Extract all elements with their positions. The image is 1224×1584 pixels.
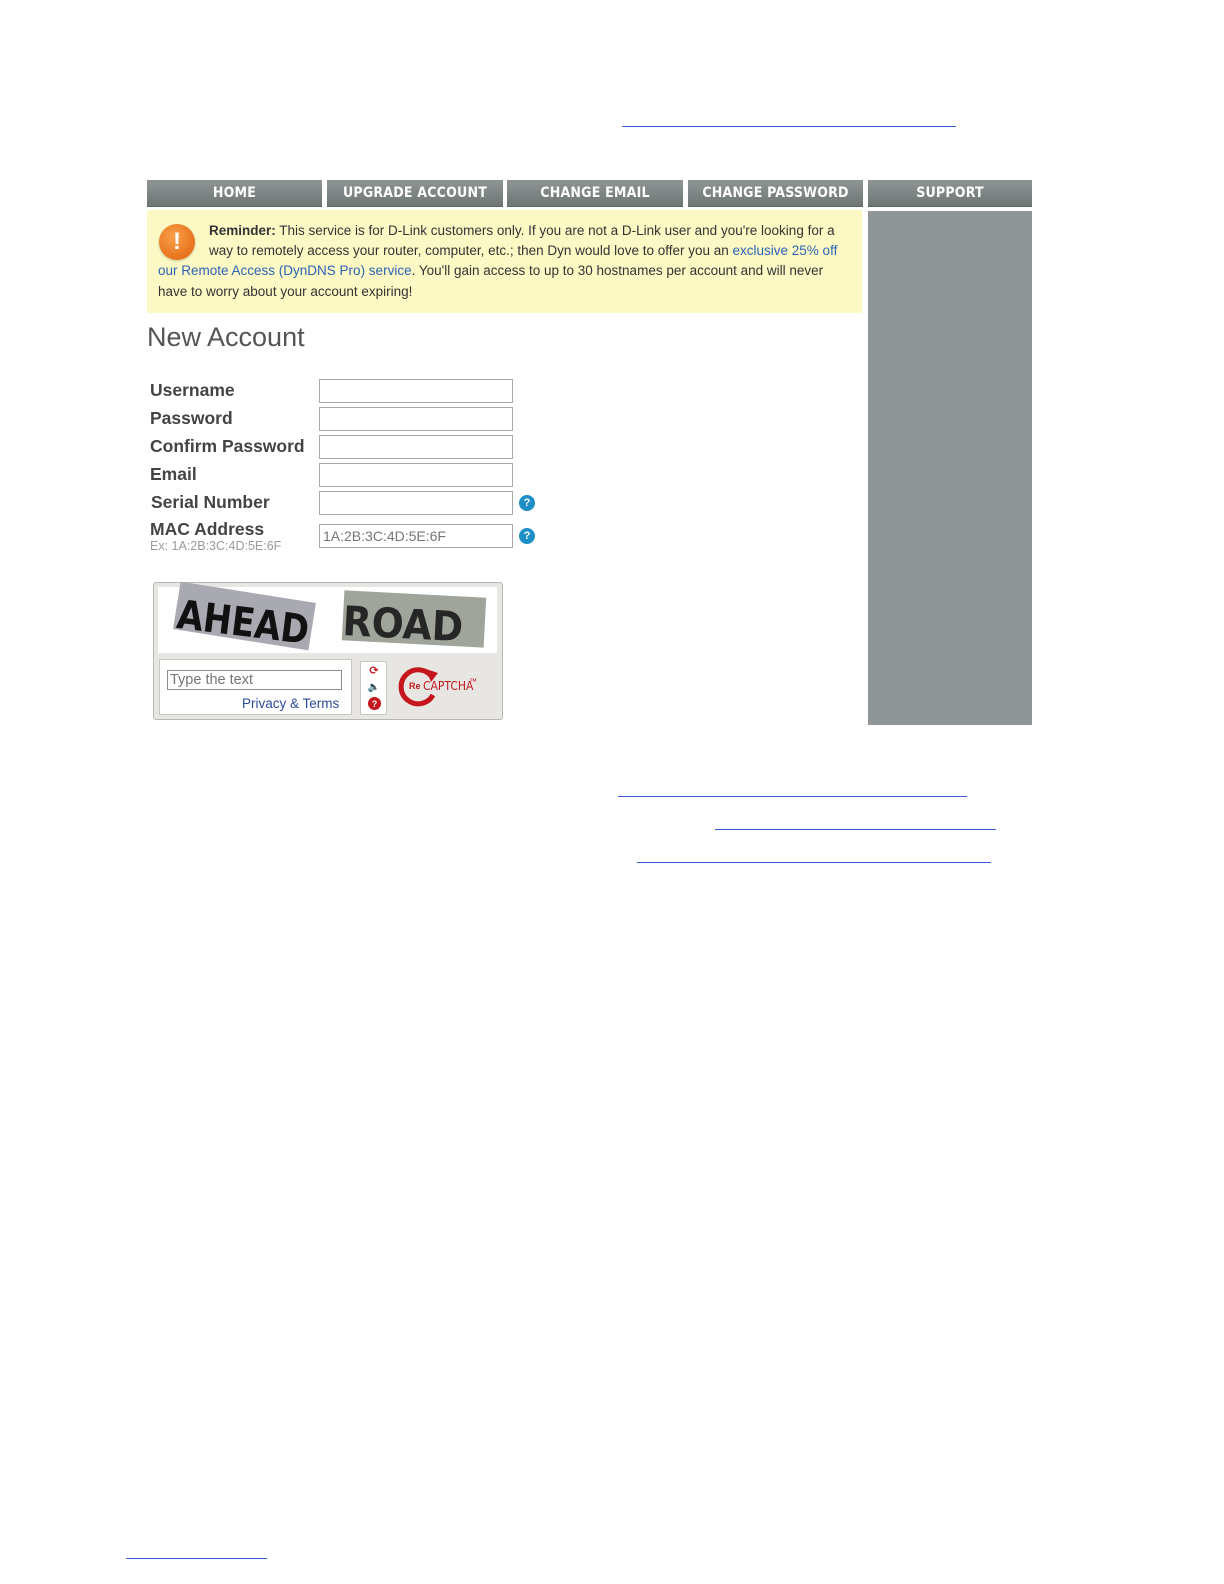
recaptcha-logo-tm: ™ bbox=[469, 677, 477, 686]
page-title: New Account bbox=[147, 322, 305, 352]
username-label: Username bbox=[150, 380, 235, 400]
nav-change-password[interactable]: CHANGE PASSWORD bbox=[688, 180, 863, 207]
refresh-icon[interactable]: ⟳ bbox=[366, 663, 382, 678]
reminder-line-3-text: . You'll gain access to up to 30 hostnam… bbox=[411, 263, 824, 278]
nav-support-label: SUPPORT bbox=[916, 185, 984, 201]
document-link-underline[interactable] bbox=[126, 1558, 267, 1559]
nav-home-label: HOME bbox=[212, 185, 257, 201]
exclusive-offer-link[interactable]: exclusive 25% off bbox=[733, 243, 838, 258]
recaptcha-logo-text: CAPTCHA bbox=[423, 679, 474, 693]
email-label: Email bbox=[150, 464, 197, 484]
recaptcha-logo: Re CAPTCHA ™ bbox=[395, 664, 480, 710]
mac-help-icon[interactable]: ? bbox=[519, 528, 535, 544]
reminder-line-4: have to worry about your account expirin… bbox=[158, 284, 413, 299]
document-link-underline[interactable] bbox=[622, 126, 956, 127]
reminder-line-1-text: This service is for D-Link customers onl… bbox=[275, 223, 835, 238]
reminder-line-1: Reminder: This service is for D-Link cus… bbox=[209, 223, 835, 238]
serial-number-label: Serial Number bbox=[151, 492, 270, 512]
reminder-line-2-text: way to remotely access your router, comp… bbox=[209, 243, 733, 258]
sidebar-item-lost-password[interactable]: LOST PASSWORD bbox=[8, 313, 114, 327]
reminder-line-3: our Remote Access (DynDNS Pro) service. … bbox=[158, 263, 823, 278]
email-input[interactable] bbox=[319, 463, 513, 487]
sidebar-item-contact[interactable]: CONTACT bbox=[8, 282, 66, 296]
confirm-password-label: Confirm Password bbox=[150, 436, 305, 456]
captcha-text-input[interactable] bbox=[167, 670, 342, 690]
recaptcha-logo-re: Re bbox=[409, 681, 421, 691]
mac-address-input[interactable] bbox=[319, 524, 513, 548]
sidebar-item-faq[interactable]: FAQ bbox=[8, 251, 32, 265]
username-input[interactable] bbox=[319, 379, 513, 403]
nav-change-email[interactable]: CHANGE EMAIL bbox=[507, 180, 683, 207]
mac-address-label: MAC Address bbox=[150, 519, 265, 539]
audio-icon[interactable]: 🔈 bbox=[366, 680, 382, 695]
serial-number-input[interactable] bbox=[319, 491, 513, 515]
sidebar-item-how-to[interactable]: HOW TO bbox=[8, 220, 60, 234]
nav-upgrade-account[interactable]: UPGRADE ACCOUNT bbox=[327, 180, 503, 207]
document-link-underline[interactable] bbox=[715, 829, 996, 830]
password-label: Password bbox=[150, 408, 233, 428]
remote-access-link[interactable]: our Remote Access (DynDNS Pro) service bbox=[158, 263, 412, 278]
nav-home[interactable]: HOME bbox=[147, 180, 322, 207]
help-icon[interactable]: ? bbox=[368, 697, 381, 710]
reminder-line-2: way to remotely access your router, comp… bbox=[209, 243, 837, 258]
document-link-underline[interactable] bbox=[637, 862, 991, 863]
nav-change-email-label: CHANGE EMAIL bbox=[540, 185, 650, 201]
warning-icon: ! bbox=[159, 224, 195, 260]
nav-upgrade-account-label: UPGRADE ACCOUNT bbox=[343, 185, 487, 201]
password-input[interactable] bbox=[319, 407, 513, 431]
mac-address-hint: Ex: 1A:2B:3C:4D:5E:6F bbox=[150, 539, 282, 553]
confirm-password-input[interactable] bbox=[319, 435, 513, 459]
document-link-underline[interactable] bbox=[618, 796, 967, 797]
reminder-lead: Reminder: bbox=[209, 223, 276, 238]
support-sidebar bbox=[868, 211, 1032, 725]
nav-support[interactable]: SUPPORT bbox=[868, 180, 1032, 207]
captcha-word-2: ROAD bbox=[341, 597, 465, 652]
serial-help-icon[interactable]: ? bbox=[519, 495, 535, 511]
privacy-terms-link[interactable]: Privacy & Terms bbox=[242, 696, 339, 711]
nav-change-password-label: CHANGE PASSWORD bbox=[702, 185, 849, 201]
